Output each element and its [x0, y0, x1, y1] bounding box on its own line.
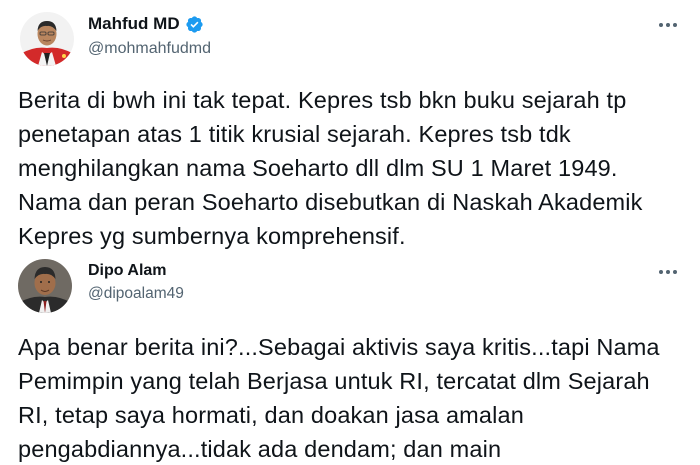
more-options-icon[interactable]	[658, 22, 678, 28]
author-display-name[interactable]: Mahfud MD	[88, 14, 180, 34]
author-name-row: Dipo Alam	[88, 262, 167, 280]
author-name-row: Mahfud MD	[88, 14, 204, 34]
author-handle[interactable]: @dipoalam49	[88, 285, 184, 303]
author-display-name[interactable]: Dipo Alam	[88, 262, 167, 280]
more-options-icon[interactable]	[658, 269, 678, 275]
author-handle[interactable]: @mohmahfudmd	[88, 40, 211, 58]
avatar[interactable]	[20, 12, 74, 66]
tweet-text: Apa benar berita ini?...Sebagai aktivis …	[18, 334, 660, 462]
avatar-dipo	[18, 259, 72, 313]
tweet-main[interactable]: Mahfud MD @mohmahfudmd Berita di bwh ini…	[0, 0, 700, 255]
verified-badge-icon	[185, 15, 204, 34]
avatar[interactable]	[18, 259, 72, 313]
tweet-reply[interactable]: Dipo Alam @dipoalam49 Apa benar berita i…	[0, 255, 700, 465]
tweet-text: Berita di bwh ini tak tepat. Kepres tsb …	[18, 87, 643, 249]
avatar-mahfud	[20, 12, 74, 66]
tweet-thread: Mahfud MD @mohmahfudmd Berita di bwh ini…	[0, 0, 700, 465]
